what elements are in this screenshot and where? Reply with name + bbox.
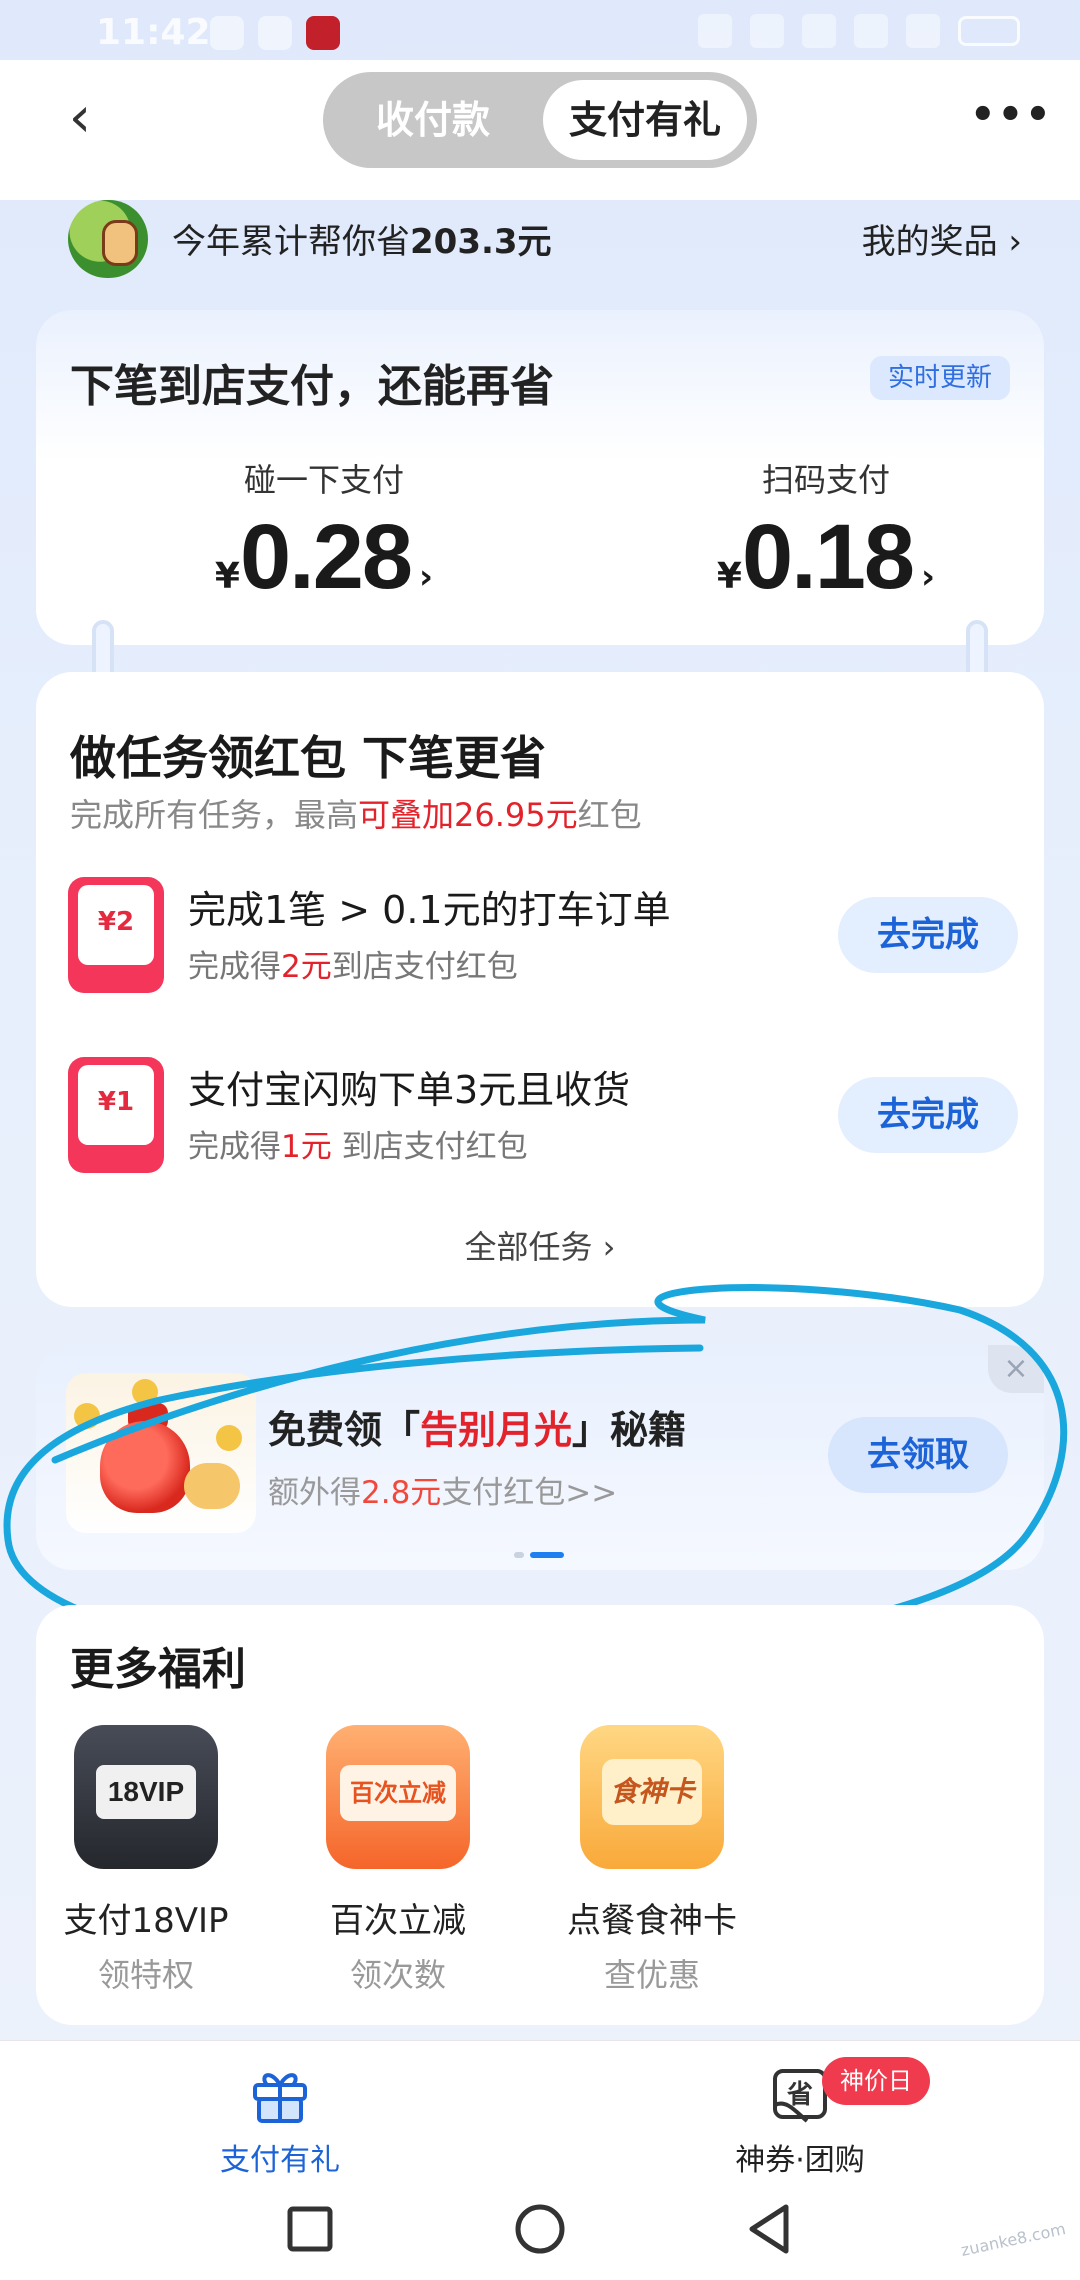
bottom-nav: 支付有礼 省 神券·团购 神价日 <box>0 2040 1080 2280</box>
tap-pay-amount: 0.28 <box>239 506 413 608</box>
alarm-icon <box>750 14 784 48</box>
network-speed-icon <box>802 14 836 48</box>
food-card-icon: 食神卡 <box>580 1725 724 1869</box>
all-tasks-link[interactable]: 全部任务 › <box>36 1222 1044 1268</box>
claim-button[interactable]: 去领取 <box>828 1417 1008 1493</box>
recent-apps-icon[interactable] <box>280 2199 340 2259</box>
more-benefits-card: 更多福利 18VIP 支付18VIP 领特权 百次立减 百次立减 领次数 食神卡… <box>36 1605 1044 2025</box>
complete-task-button[interactable]: 去完成 <box>838 897 1018 973</box>
carousel-indicator <box>514 1552 564 1558</box>
vip-card-icon: 18VIP <box>74 1725 218 1869</box>
savings-amount: 203.3元 <box>410 222 552 262</box>
avatar[interactable] <box>68 200 148 278</box>
tasks-title: 做任务领红包 下笔更省 <box>70 731 547 785</box>
tab-switcher: 收付款 支付有礼 <box>323 72 757 168</box>
tasks-subtitle: 完成所有任务，最高可叠加26.95元红包 <box>70 796 642 834</box>
tab-receive-pay[interactable]: 收付款 <box>333 80 533 160</box>
benefit-name: 点餐食神卡 <box>567 1901 737 1941</box>
more-benefits-title: 更多福利 <box>70 1644 246 1695</box>
task-item: ¥2 完成1笔 > 0.1元的打车订单 完成得2元到店支付红包 去完成 <box>68 877 1018 997</box>
savings-summary: 今年累计帮你省203.3元 我的奖品 › <box>62 200 1022 280</box>
savings-text: 今年累计帮你省203.3元 <box>172 222 552 262</box>
system-nav-bar <box>0 2191 1080 2271</box>
scan-pay-label: 扫码支付 <box>761 461 890 499</box>
complete-task-button[interactable]: 去完成 <box>838 1077 1018 1153</box>
wifi-icon <box>854 14 888 48</box>
benefit-desc: 查优惠 <box>603 1956 700 1994</box>
benefit-desc: 领特权 <box>97 1956 194 1994</box>
store-pay-title: 下笔到店支付，还能再省 <box>70 361 554 412</box>
nav-label: 支付有礼 <box>220 2143 340 2178</box>
tasks-card: 做任务领红包 下笔更省 完成所有任务，最高可叠加26.95元红包 ¥2 完成1笔… <box>36 672 1044 1307</box>
gift-icon <box>247 2061 313 2127</box>
battery-icon <box>958 16 1020 46</box>
task-reward: 完成得1元 到店支付红包 <box>188 1129 528 1165</box>
browser-icon <box>258 16 292 50</box>
red-packet-icon: ¥1 <box>68 1057 164 1173</box>
benefit-desc: 领次数 <box>349 1956 446 1994</box>
task-title: 支付宝闪购下单3元且收货 <box>188 1068 631 1112</box>
special-price-day-badge: 神价日 <box>822 2057 930 2105</box>
status-system-icons <box>698 14 1020 48</box>
scan-pay-amount: 0.18 <box>741 506 915 608</box>
benefit-food-card[interactable]: 食神卡 点餐食神卡 查优惠 <box>542 1725 762 1996</box>
benefit-18vip[interactable]: 18VIP 支付18VIP 领特权 <box>36 1725 256 1996</box>
chevron-right-icon: › <box>419 557 434 597</box>
home-icon[interactable] <box>510 2199 570 2259</box>
task-reward: 完成得2元到店支付红包 <box>188 949 518 985</box>
status-time: 11:42 <box>96 12 211 53</box>
chevron-right-icon: › <box>921 557 936 597</box>
realtime-badge: 实时更新 <box>869 356 1010 400</box>
close-icon[interactable]: × <box>988 1345 1044 1393</box>
more-dots-icon[interactable]: ••• <box>970 90 1051 140</box>
tap-pay-label: 碰一下支付 <box>243 461 404 499</box>
promo-banner[interactable]: 免费领「告别月光」秘籍 额外得2.8元支付红包>> 去领取 × <box>36 1345 1044 1570</box>
task-title: 完成1笔 > 0.1元的打车订单 <box>188 888 671 932</box>
nav-item-pay-rewards[interactable]: 支付有礼 <box>170 2061 390 2179</box>
red-packet-icon: ¥2 <box>68 877 164 993</box>
carousel-dot <box>514 1552 524 1558</box>
benefit-name: 百次立减 <box>330 1901 466 1941</box>
carousel-dot-active <box>530 1552 564 1558</box>
back-arrow-icon[interactable]: ‹ <box>50 88 110 148</box>
lucky-bag-icon <box>66 1373 256 1533</box>
app-notification-icon <box>306 16 340 50</box>
signal-icon <box>906 14 940 48</box>
nav-label: 神券·团购 <box>735 2143 865 2178</box>
tab-pay-rewards[interactable]: 支付有礼 <box>543 80 747 160</box>
discount-card-icon: 百次立减 <box>326 1725 470 1869</box>
store-pay-card: 下笔到店支付，还能再省 实时更新 碰一下支付 ¥0.28 › 扫码支付 ¥0.18… <box>36 310 1044 645</box>
my-prizes-link[interactable]: 我的奖品 › <box>862 214 1022 263</box>
header: ‹ 收付款 支付有礼 ••• <box>0 60 1080 200</box>
scan-pay-option[interactable]: 扫码支付 ¥0.18 › <box>666 455 986 610</box>
tap-pay-option[interactable]: 碰一下支付 ¥0.28 › <box>164 455 484 610</box>
status-notification-icons <box>210 16 340 50</box>
back-triangle-icon[interactable] <box>740 2199 800 2259</box>
task-item: ¥1 支付宝闪购下单3元且收货 完成得1元 到店支付红包 去完成 <box>68 1057 1018 1177</box>
benefit-hundred-discount[interactable]: 百次立减 百次立减 领次数 <box>288 1725 508 1996</box>
promo-title: 免费领「告别月光」秘籍 <box>268 1408 687 1452</box>
coupon-icon-text: 省 <box>786 2080 813 2110</box>
wechat-icon <box>210 16 244 50</box>
promo-subtitle: 额外得2.8元支付红包>> <box>268 1475 618 1511</box>
benefit-name: 支付18VIP <box>63 1901 229 1941</box>
nfc-icon <box>698 14 732 48</box>
